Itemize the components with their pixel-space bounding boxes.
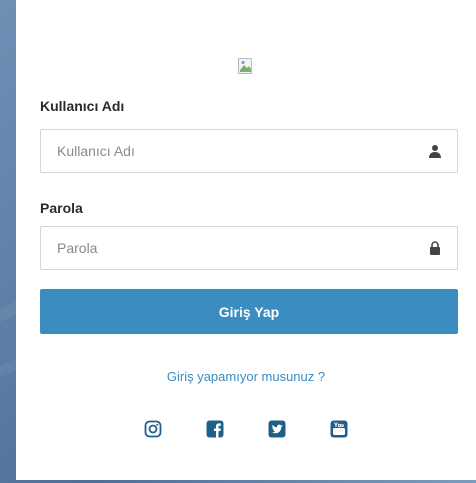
facebook-icon[interactable] xyxy=(205,419,225,439)
forgot-login-link[interactable]: Giriş yapamıyor musunuz ? xyxy=(16,369,476,384)
broken-image-icon xyxy=(237,57,255,75)
lock-icon xyxy=(427,240,443,256)
login-card: Kullanıcı Adı Parola Giriş Yap Giriş yap… xyxy=(16,0,476,480)
login-button[interactable]: Giriş Yap xyxy=(40,289,458,334)
password-label: Parola xyxy=(40,200,83,216)
password-field[interactable] xyxy=(40,226,458,270)
password-input[interactable] xyxy=(41,227,427,269)
youtube-icon[interactable] xyxy=(329,419,349,439)
username-input[interactable] xyxy=(41,130,427,172)
logo-container xyxy=(16,57,476,75)
social-links xyxy=(16,419,476,439)
user-icon xyxy=(427,143,443,159)
username-field[interactable] xyxy=(40,129,458,173)
username-label: Kullanıcı Adı xyxy=(40,98,125,114)
instagram-icon[interactable] xyxy=(143,419,163,439)
twitter-icon[interactable] xyxy=(267,419,287,439)
